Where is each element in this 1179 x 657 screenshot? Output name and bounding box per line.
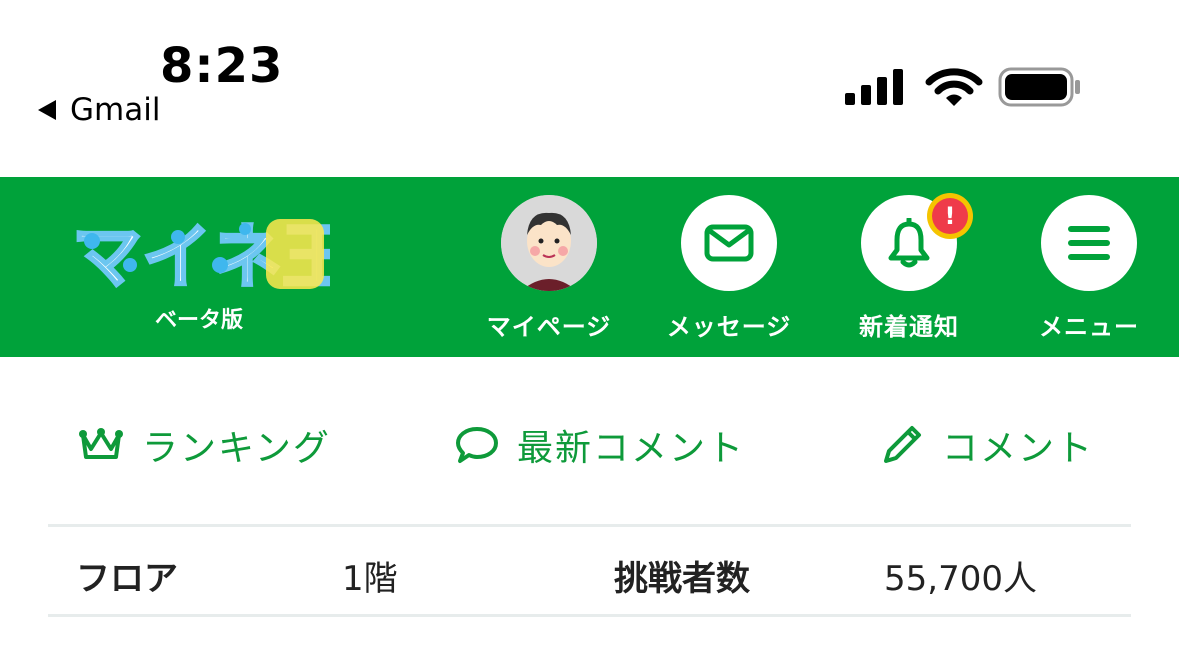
crown-icon bbox=[79, 428, 123, 459]
comment-link[interactable]: コメント bbox=[880, 419, 1094, 471]
sub-nav: ランキング 最新コメント コメント bbox=[0, 357, 1179, 525]
speech-bubble-icon bbox=[456, 427, 498, 463]
nav-notifications-label: 新着通知 bbox=[859, 313, 959, 341]
latest-comments-label: 最新コメント bbox=[517, 428, 746, 469]
bell-icon bbox=[888, 218, 930, 268]
challengers-value: 55,700人 bbox=[884, 559, 1037, 599]
floor-value: 1階 bbox=[342, 559, 398, 599]
nav-menu[interactable]: メニュー bbox=[1014, 195, 1164, 342]
nav-mypage[interactable]: マイページ bbox=[474, 195, 624, 342]
notification-badge: ! bbox=[927, 193, 973, 239]
beta-label: ベータ版 bbox=[155, 308, 244, 333]
avatar-face-icon bbox=[501, 195, 597, 291]
cellular-signal-icon bbox=[845, 69, 903, 105]
avatar[interactable] bbox=[501, 195, 597, 291]
challengers-label: 挑戦者数 bbox=[614, 559, 750, 599]
back-arrow-icon bbox=[38, 100, 56, 120]
alert-icon: ! bbox=[932, 198, 968, 234]
battery-icon bbox=[998, 67, 1080, 107]
mineo-logo[interactable]: マイネ王 bbox=[70, 207, 331, 298]
hamburger-icon bbox=[1068, 226, 1110, 260]
back-to-app-link[interactable]: Gmail bbox=[38, 92, 160, 128]
back-app-label: Gmail bbox=[70, 92, 161, 128]
floor-label: フロア bbox=[76, 559, 178, 599]
latest-comments-link[interactable]: 最新コメント bbox=[455, 419, 745, 471]
status-bar: 8:23 Gmail bbox=[0, 0, 1179, 177]
menu-button[interactable] bbox=[1041, 195, 1137, 291]
ranking-label: ランキング bbox=[142, 428, 331, 469]
status-time: 8:23 bbox=[160, 38, 284, 94]
nav-messages[interactable]: メッセージ bbox=[654, 195, 804, 342]
wifi-icon bbox=[925, 68, 983, 106]
app-header: マイネ王 ベータ版 マイページ メッセージ ! 新着通知 メニュー bbox=[0, 177, 1179, 357]
comment-label: コメント bbox=[942, 428, 1095, 469]
nav-notifications[interactable]: ! 新着通知 bbox=[834, 193, 984, 342]
pencil-icon bbox=[884, 426, 921, 463]
nav-mypage-label: マイページ bbox=[486, 313, 612, 341]
mail-icon bbox=[704, 224, 754, 262]
notifications-button[interactable]: ! bbox=[861, 193, 973, 291]
floor-info-row: フロア 1階 挑戦者数 55,700人 bbox=[48, 524, 1131, 617]
nav-messages-label: メッセージ bbox=[666, 313, 792, 341]
messages-button[interactable] bbox=[681, 195, 777, 291]
ranking-link[interactable]: ランキング bbox=[78, 419, 331, 471]
nav-menu-label: メニュー bbox=[1039, 313, 1139, 341]
